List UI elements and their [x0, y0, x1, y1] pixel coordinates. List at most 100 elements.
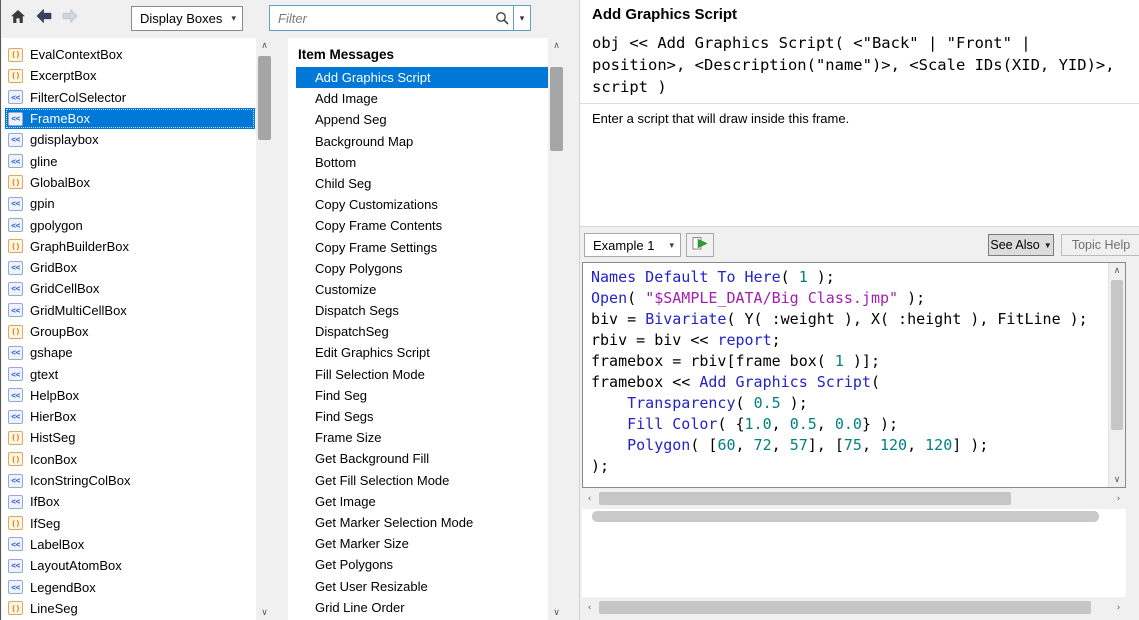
scroll-right-button[interactable]: › — [1111, 490, 1126, 507]
message-item[interactable]: Add Image — [296, 88, 548, 109]
display-box-item-label: FrameBox — [30, 111, 90, 126]
code-vertical-scrollbar[interactable]: ∧ ∨ — [1108, 263, 1125, 487]
example-code-editor[interactable]: Names Default To Here( 1 );Open( "$SAMPL… — [582, 262, 1126, 488]
back-button[interactable] — [31, 5, 56, 30]
see-also-button[interactable]: See Also ▼ — [988, 234, 1054, 256]
category-dropdown[interactable]: Display Boxes ▾ — [131, 6, 243, 31]
scrollbar-track[interactable] — [548, 53, 565, 605]
scroll-left-button[interactable]: ‹ — [582, 490, 597, 507]
scrollbar-track[interactable] — [256, 53, 273, 605]
display-box-item[interactable]: <<LayoutAtomBox — [5, 555, 255, 576]
display-box-item[interactable]: <<gpolygon — [5, 214, 255, 235]
message-item[interactable]: Get Marker Size — [296, 533, 548, 554]
scrollbar-track[interactable] — [597, 599, 1111, 616]
display-box-item[interactable]: ()IconBox — [5, 449, 255, 470]
display-box-item[interactable]: <<GridBox — [5, 257, 255, 278]
display-box-item[interactable]: <<LabelBox — [5, 534, 255, 555]
message-item[interactable]: Copy Customizations — [296, 194, 548, 215]
display-box-item[interactable]: <<gline — [5, 150, 255, 171]
display-box-item[interactable]: <<gdisplaybox — [5, 129, 255, 150]
home-button[interactable] — [5, 5, 30, 30]
code-horizontal-scrollbar[interactable]: ‹ › — [582, 490, 1126, 507]
display-box-item[interactable]: ()IfSeg — [5, 513, 255, 534]
scrollbar-thumb[interactable] — [599, 601, 1091, 614]
message-item[interactable]: DispatchSeg — [296, 321, 548, 342]
display-box-list-scrollbar[interactable]: ∧ ∨ — [256, 38, 273, 620]
scrollbar-thumb[interactable] — [1111, 280, 1123, 430]
message-item[interactable]: Get Polygons — [296, 554, 548, 575]
display-box-item[interactable]: <<HelpBox — [5, 385, 255, 406]
message-item[interactable]: Find Segs — [296, 406, 548, 427]
search-icon[interactable] — [491, 11, 513, 25]
display-box-item[interactable]: <<IconStringColBox — [5, 470, 255, 491]
scroll-down-button[interactable]: ∨ — [256, 605, 273, 620]
item-messages-panel: Item Messages Add Graphics ScriptAdd Ima… — [288, 38, 565, 620]
display-box-item[interactable]: <<gtext — [5, 363, 255, 384]
message-item[interactable]: Add Graphics Script — [296, 67, 548, 88]
display-box-item[interactable]: ()EvalContextBox — [5, 44, 255, 65]
message-item[interactable]: Fill Selection Mode — [296, 364, 548, 385]
message-item[interactable]: Frame Size — [296, 427, 548, 448]
example-dropdown[interactable]: Example 1 ▾ — [584, 233, 681, 257]
filter-input[interactable] — [270, 11, 491, 26]
forward-button[interactable] — [57, 5, 82, 30]
display-box-item-label: gline — [30, 154, 57, 169]
scroll-right-button[interactable]: › — [1111, 599, 1126, 616]
item-messages-scrollbar[interactable]: ∧ ∨ — [548, 38, 565, 620]
message-item[interactable]: Bottom — [296, 152, 548, 173]
scroll-down-button[interactable]: ∨ — [548, 605, 565, 620]
scrollbar-thumb[interactable] — [599, 492, 1011, 505]
message-item[interactable]: Get Fill Selection Mode — [296, 470, 548, 491]
output-horizontal-scrollbar[interactable]: ‹ › — [582, 599, 1126, 616]
scrollbar-thumb[interactable] — [550, 67, 563, 151]
display-box-item[interactable]: ()LineSeg — [5, 598, 255, 619]
message-item[interactable]: Append Seg — [296, 109, 548, 130]
scroll-down-button[interactable]: ∨ — [1109, 472, 1125, 487]
message-item[interactable]: Copy Frame Settings — [296, 237, 548, 258]
message-icon: << — [8, 495, 23, 509]
scroll-up-button[interactable]: ∧ — [256, 38, 273, 53]
message-item[interactable]: Child Seg — [296, 173, 548, 194]
message-item[interactable]: Copy Polygons — [296, 258, 548, 279]
display-box-item[interactable]: <<LegendBox — [5, 576, 255, 597]
scrollbar-track[interactable] — [597, 490, 1111, 507]
display-box-item[interactable]: ()GlobalBox — [5, 172, 255, 193]
message-item[interactable]: Grid Line Order — [296, 597, 548, 618]
message-item[interactable]: Background Map — [296, 131, 548, 152]
message-item[interactable]: Copy Frame Contents — [296, 215, 548, 236]
run-example-button[interactable] — [686, 233, 714, 257]
display-box-item[interactable]: ()ExcerptBox — [5, 65, 255, 86]
display-box-item[interactable]: <<FilterColSelector — [5, 87, 255, 108]
item-messages-body: Item Messages Add Graphics ScriptAdd Ima… — [288, 38, 548, 620]
message-item[interactable]: Get User Resizable — [296, 576, 548, 597]
scroll-up-button[interactable]: ∧ — [1109, 263, 1125, 278]
message-item[interactable]: Get Image — [296, 491, 548, 512]
scrollbar-thumb[interactable] — [258, 56, 271, 140]
display-box-item[interactable]: ()HistSeg — [5, 427, 255, 448]
run-script-icon — [692, 236, 709, 254]
splitter-bar[interactable] — [592, 511, 1099, 522]
message-item[interactable]: Edit Graphics Script — [296, 342, 548, 363]
item-messages-header: Item Messages — [288, 38, 548, 67]
display-box-item[interactable]: <<FrameBox — [5, 108, 255, 129]
message-item[interactable]: Get Background Fill — [296, 448, 548, 469]
display-box-item[interactable]: ()GroupBox — [5, 321, 255, 342]
output-pane[interactable] — [582, 509, 1126, 597]
display-box-item[interactable]: <<GridMultiCellBox — [5, 300, 255, 321]
scrollbar-track[interactable] — [1109, 278, 1125, 472]
message-item[interactable]: Find Seg — [296, 385, 548, 406]
filter-dropdown-button[interactable]: ▾ — [513, 6, 530, 30]
scroll-left-button[interactable]: ‹ — [582, 599, 597, 616]
display-box-item[interactable]: <<HierBox — [5, 406, 255, 427]
message-item[interactable]: Customize — [296, 279, 548, 300]
display-box-item[interactable]: <<IfBox — [5, 491, 255, 512]
topic-help-button[interactable]: Topic Help — [1061, 234, 1139, 256]
scroll-up-button[interactable]: ∧ — [548, 38, 565, 53]
display-box-item[interactable]: <<gshape — [5, 342, 255, 363]
display-box-item[interactable]: ()GraphBuilderBox — [5, 236, 255, 257]
display-box-item-label: HistSeg — [30, 430, 76, 445]
display-box-item[interactable]: <<GridCellBox — [5, 278, 255, 299]
message-item[interactable]: Dispatch Segs — [296, 300, 548, 321]
display-box-item[interactable]: <<gpin — [5, 193, 255, 214]
message-item[interactable]: Get Marker Selection Mode — [296, 512, 548, 533]
